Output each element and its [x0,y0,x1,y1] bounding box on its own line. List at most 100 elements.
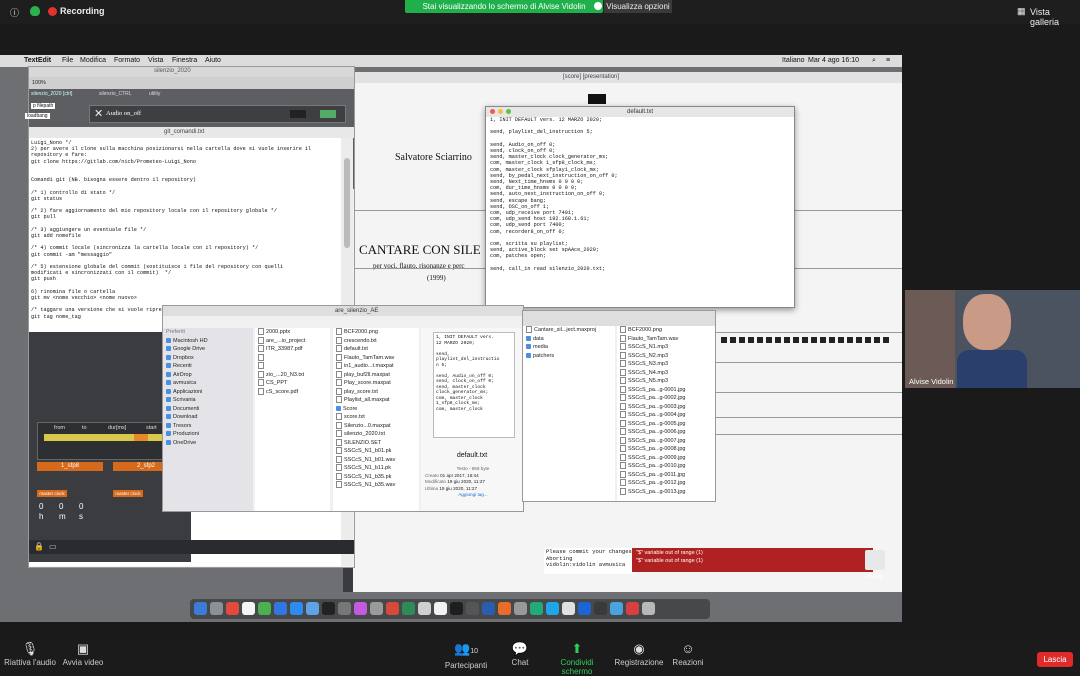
sidebar-item[interactable]: Recenti [163,362,253,371]
file-item[interactable]: play_buf2ll.maxpat [333,370,419,380]
file-item[interactable]: crescendo.txt [333,336,419,346]
file-item[interactable]: SSCcS_pa...g-0007.jpg [617,436,715,446]
file-item[interactable] [255,362,330,371]
zoom-dock-icon[interactable] [274,602,287,615]
filepath-button[interactable]: p filepath [31,103,56,109]
system-prefs-dock-icon[interactable] [370,602,383,615]
file-item[interactable] [255,353,330,363]
file-item[interactable]: play_score.txt [333,387,419,397]
minimize-window-button[interactable] [498,109,503,114]
app-dock-icon[interactable] [594,602,607,615]
textedit-dock-icon[interactable] [434,602,447,615]
file-item[interactable]: SSCcS_N1_b35.wav [333,481,419,490]
file-item[interactable]: SSCcS_N2.mp3 [617,351,715,361]
close-icon[interactable]: ✕ [94,107,103,120]
file-item[interactable]: Play_score.maxpat [333,379,419,388]
presentation-icon[interactable]: ▭ [49,542,57,551]
default-txt-body[interactable]: 1, INIT DEFAULT vers. 12 MARZO 2020; sen… [490,117,790,305]
file-item[interactable]: 2000.pptx [255,328,330,337]
add-tags-link[interactable]: Aggiungi tag... [425,492,521,499]
file-item[interactable]: Score [333,405,419,414]
file-item[interactable]: SSCcS_N1_b11.pk [333,464,419,473]
search-icon[interactable]: ⌕ [872,55,876,67]
file-item[interactable]: SSCcS_N1_b35.pk [333,472,419,482]
utility-dock-icon[interactable] [338,602,351,615]
file-item[interactable]: SSCcS_pa...g-0012.jpg [617,479,715,488]
sidebar-item[interactable]: AirDrop [163,371,253,380]
file-item[interactable]: patchers [523,352,615,361]
mail-dock-icon[interactable] [290,602,303,615]
sidebar-item[interactable]: Scrivania [163,396,253,405]
language-indicator[interactable]: Italiano [782,55,805,67]
terminal-dock-icon[interactable] [322,602,335,615]
file-item[interactable]: media [523,343,615,352]
zoom-level[interactable]: 100% [32,80,46,86]
file-item[interactable]: cS_score.pdf [255,387,330,397]
file-item[interactable]: SSCcS_pa...g-0010.jpg [617,462,715,471]
file-item[interactable]: SSCcS_pa...g-0008.jpg [617,445,715,454]
file-item[interactable]: SSCcS_pa...g-0011.jpg [617,470,715,480]
file-item[interactable]: are_...io_project [255,336,330,346]
file-item[interactable]: SSCcS_pa...g-0009.jpg [617,453,715,463]
start-button[interactable] [134,434,148,441]
loadbang-object[interactable]: loadbang [25,113,50,119]
file-item[interactable]: SSCcS_N1.mp3 [617,343,715,352]
sidebar-item[interactable]: Dropbox [163,354,253,363]
file-item[interactable]: Playlist_all.maxpat [333,396,419,405]
file-item[interactable]: SSCcS_pa...g-0013.jpg [617,487,715,497]
sidebar-item[interactable]: Tresors [163,422,253,431]
info-icon[interactable]: ⓘ [10,6,19,19]
app-dock-icon[interactable] [578,602,591,615]
lock-icon[interactable]: 🔒 [34,542,44,551]
file-item[interactable]: SSCcS_pa...g-0003.jpg [617,402,715,412]
sidebar-item[interactable]: Google Drive [163,345,253,354]
file-item[interactable]: SILENZIO.SET [333,438,419,448]
finder-dock-icon[interactable] [194,602,207,615]
file-item[interactable]: BCF2000.png [333,328,419,337]
file-item[interactable]: Flauto_TamTam.wav [333,353,419,363]
sidebar-item[interactable]: Applicazioni [163,388,253,397]
gallery-icon[interactable]: ▦ [1017,6,1026,17]
close-window-button[interactable] [490,109,495,114]
desktop-file-icon[interactable] [865,550,885,570]
sidebar-item[interactable]: Produzioni [163,430,253,439]
preview-dock-icon[interactable] [418,602,431,615]
chrome-dock-icon[interactable] [258,602,271,615]
shield-icon[interactable] [30,6,40,16]
unmute-button[interactable]: 🎙 Riattiva l'audio [4,640,56,667]
calendar-dock-icon[interactable] [226,602,239,615]
file-item[interactable]: Silenzio...0.maxpat [333,421,419,431]
file-item[interactable]: BCF2000.png [617,326,715,335]
reactions-button[interactable]: ☺ Reazioni [670,640,706,667]
sidebar-item[interactable]: Download [163,413,253,422]
file-item[interactable]: SSCcS_N4.mp3 [617,368,715,378]
desktop-file-label[interactable]: .P.png [866,574,883,580]
trash-dock-icon[interactable] [642,602,655,615]
sidebar-item[interactable]: avmusica [163,379,253,388]
share-screen-button[interactable]: ⬆ Condividi schermo [546,640,608,676]
music-dock-icon[interactable] [354,602,367,615]
file-item[interactable]: SSCcS_N5.mp3 [617,377,715,386]
app-dock-icon[interactable] [498,602,511,615]
file-item[interactable]: SSCcS_pa...g-0004.jpg [617,411,715,420]
safari-dock-icon[interactable] [242,602,255,615]
file-item[interactable]: SSCcS_N1_b01.pk [333,447,419,456]
file-item[interactable]: default.txt [333,345,419,354]
range-number-box[interactable] [44,434,176,441]
app-store-dock-icon[interactable] [306,602,319,615]
file-item[interactable]: SSCcS_N3.mp3 [617,360,715,369]
gallery-view-button[interactable]: Vista galleria [1030,7,1080,27]
sidebar-item[interactable]: Macintosh HD [163,337,253,346]
file-item[interactable]: SSCcS_N1_b01.wav [333,455,419,465]
master-clock-1[interactable]: master clock [37,490,67,497]
app-dock-icon[interactable] [562,602,575,615]
file-item[interactable]: silenzio_2020.txt [333,430,419,439]
sidebar-item[interactable]: OneDrive [163,439,253,448]
app-dock-icon[interactable] [546,602,559,615]
file-item[interactable]: score.txt [333,413,419,422]
zoom-window-button[interactable] [506,109,511,114]
record-button[interactable]: ◉ Registrazione [614,640,664,667]
gauge-box[interactable] [290,110,306,118]
tab-utility[interactable]: utility [149,91,160,97]
app-dock-icon[interactable] [530,602,543,615]
